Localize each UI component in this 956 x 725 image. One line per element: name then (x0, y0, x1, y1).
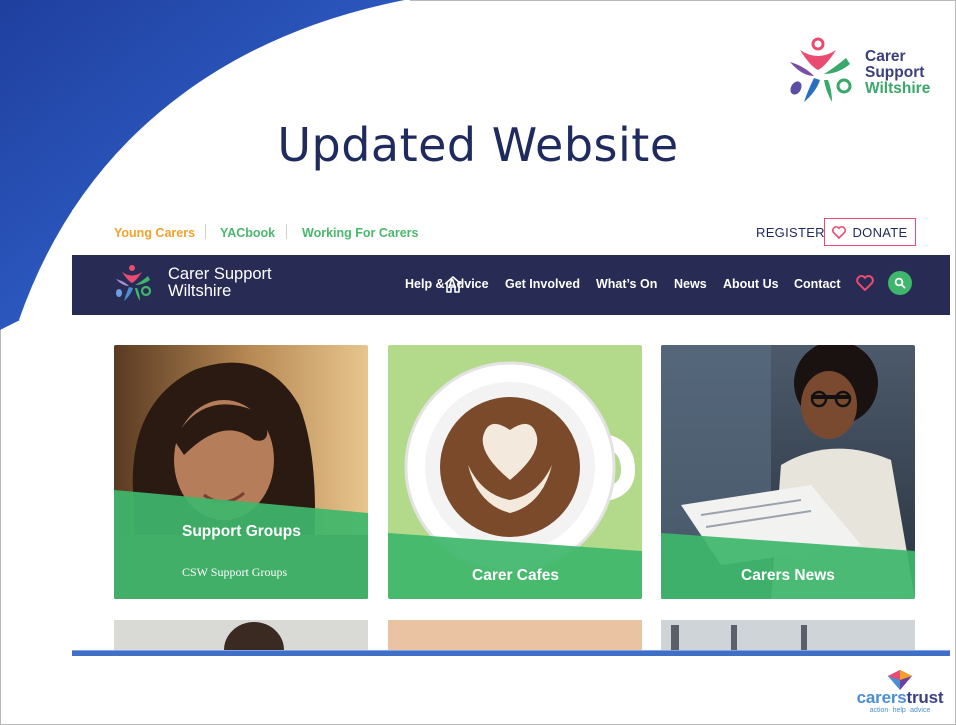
topbar-separator (286, 224, 287, 239)
yacbook-link[interactable]: YACbook (220, 226, 275, 240)
taskbar-strip (72, 650, 950, 656)
carers-trust-logo: carerstrust action· help ·advice (850, 670, 950, 718)
card-support-groups[interactable]: Support Groups CSW Support Groups (114, 345, 368, 599)
site-logo-line2: Wiltshire (168, 282, 232, 300)
donate-button[interactable]: DONATE (824, 218, 916, 246)
card-carer-cafes[interactable]: Carer Cafes (388, 345, 642, 599)
young-carers-link[interactable]: Young Carers (114, 226, 195, 240)
heart-icon (832, 225, 847, 239)
register-link[interactable]: REGISTER (756, 225, 825, 240)
site-logo-text[interactable]: Carer Support Wiltshire (168, 266, 272, 300)
search-icon (894, 277, 906, 289)
card-title: Carers News (741, 567, 835, 584)
site-logo-icon[interactable] (114, 263, 156, 303)
logo-word-support: Support (865, 64, 925, 81)
site-logo-line1: Carer Support (168, 265, 272, 283)
ct-part2: trust (906, 688, 944, 707)
card-green-overlay (388, 533, 642, 599)
slide-title: Updated Website (277, 118, 679, 172)
carer-support-wiltshire-logo: Carer Support Wiltshire (786, 36, 951, 106)
nav-news[interactable]: News (674, 277, 707, 291)
heart-icon[interactable] (856, 275, 874, 291)
carers-trust-logo-mark (888, 670, 912, 690)
ct-part1: carers (856, 688, 907, 707)
card-carers-news[interactable]: Carers News (661, 345, 915, 599)
card-green-overlay (661, 533, 915, 599)
website-screenshot: Young Carers YACbook Working For Carers … (72, 210, 950, 656)
nav-about-us[interactable]: About Us (723, 277, 779, 291)
card-title: Carer Cafes (472, 567, 560, 584)
nav-help-advice[interactable]: Help & Advice (405, 277, 489, 291)
logo-word-wiltshire: Wiltshire (865, 80, 931, 97)
donate-label: DONATE (852, 224, 908, 240)
nav-contact[interactable]: Contact (794, 277, 841, 291)
search-button[interactable] (888, 271, 912, 295)
working-for-carers-link[interactable]: Working For Carers (302, 226, 418, 240)
card-subtitle: CSW Support Groups (182, 565, 288, 579)
carers-trust-tagline: action· help ·advice (869, 707, 931, 714)
logo-word-carer: Carer (865, 48, 906, 65)
nav-whats-on[interactable]: What’s On (596, 277, 657, 291)
card-green-overlay (114, 490, 368, 599)
nav-get-involved[interactable]: Get Involved (505, 277, 580, 291)
site-topbar: Young Carers YACbook Working For Carers … (72, 210, 950, 255)
topbar-separator (205, 224, 206, 239)
card-title: Support Groups (182, 523, 301, 540)
carers-trust-wordmark: carerstrust (850, 688, 950, 708)
site-navbar: Carer Support Wiltshire Help & Advice Ge… (72, 255, 950, 315)
